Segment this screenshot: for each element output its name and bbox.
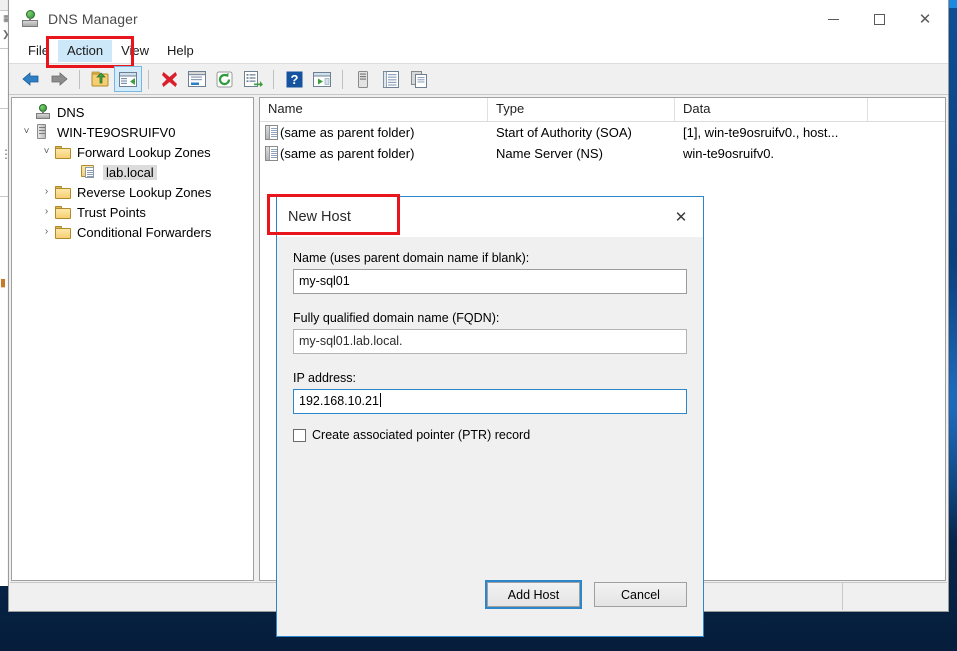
menu-item-action[interactable]: Action	[57, 39, 113, 62]
create-ptr-checkbox-row[interactable]: Create associated pointer (PTR) record	[293, 428, 687, 442]
record-data: win-te9osruifv0.	[683, 146, 775, 161]
table-row[interactable]: (same as parent folder) Start of Authori…	[260, 122, 945, 143]
tree-item-conditional-forwarders[interactable]: › Conditional Forwarders	[12, 222, 253, 242]
ip-address-input[interactable]: 192.168.10.21	[293, 389, 687, 414]
record-name: (same as parent folder)	[280, 125, 415, 140]
export-list-icon[interactable]	[239, 66, 267, 92]
ip-address-label: IP address:	[293, 371, 357, 385]
tree-item-label: Forward Lookup Zones	[77, 144, 211, 160]
menu-item-help[interactable]: Help	[158, 40, 203, 62]
chevron-right-icon[interactable]: ›	[38, 202, 55, 222]
tree-item-dns[interactable]: DNS	[12, 102, 253, 122]
tree-item-label: lab.local	[103, 164, 157, 180]
twisty-placeholder	[18, 102, 35, 122]
copy-icon[interactable]	[405, 66, 433, 92]
tree-item-label: Trust Points	[77, 204, 146, 220]
folder-icon	[55, 144, 72, 161]
properties-icon[interactable]	[183, 66, 211, 92]
text-caret	[379, 393, 381, 407]
toolbar-separator	[342, 69, 343, 89]
folder-icon	[55, 224, 72, 241]
minimize-icon	[827, 18, 839, 20]
record-type: Name Server (NS)	[496, 146, 603, 161]
create-ptr-checkbox[interactable]	[293, 428, 306, 442]
ip-address-value: 192.168.10.21	[299, 394, 379, 408]
tree-item-server[interactable]: ˅ WIN-TE9OSRUIFV0	[12, 122, 253, 142]
chevron-down-icon[interactable]: ˅	[38, 142, 55, 162]
tree-item-trust-points[interactable]: › Trust Points	[12, 202, 253, 222]
refresh-icon[interactable]	[211, 66, 239, 92]
tree-item-lab-local[interactable]: lab.local	[12, 162, 253, 182]
delete-icon[interactable]	[155, 66, 183, 92]
help-icon[interactable]: ?	[280, 66, 308, 92]
close-button[interactable]: ✕	[902, 0, 948, 38]
up-one-level-icon[interactable]	[86, 66, 114, 92]
list-header: Name Type Data	[260, 98, 945, 122]
close-icon: ✕	[674, 209, 688, 226]
window-titlebar[interactable]: DNS Manager ✕	[9, 0, 948, 38]
create-ptr-label: Create associated pointer (PTR) record	[312, 428, 531, 442]
tree-item-forward-lookup-zones[interactable]: ˅ Forward Lookup Zones	[12, 142, 253, 162]
zone-icon	[81, 164, 98, 181]
column-header-data[interactable]: Data	[675, 98, 868, 121]
record-data: [1], win-te9osruifv0., host...	[683, 125, 839, 140]
toolbar-separator	[79, 69, 80, 89]
folder-icon	[55, 184, 72, 201]
tree-item-reverse-lookup-zones[interactable]: › Reverse Lookup Zones	[12, 182, 253, 202]
dialog-button-group: Add Host Cancel	[487, 582, 687, 607]
toolbar: ?	[9, 64, 948, 95]
new-host-dialog: New Host ✕ Name (uses parent domain name…	[267, 194, 704, 637]
run-icon[interactable]	[308, 66, 336, 92]
column-header-name[interactable]: Name	[260, 98, 488, 121]
chevron-right-icon[interactable]: ›	[38, 222, 55, 242]
column-header-type[interactable]: Type	[488, 98, 675, 121]
chevron-right-icon[interactable]: ›	[38, 182, 55, 202]
new-zone-icon[interactable]	[377, 66, 405, 92]
dialog-title: New Host	[288, 209, 351, 225]
record-name: (same as parent folder)	[280, 146, 415, 161]
back-icon[interactable]	[17, 66, 45, 92]
caption-button-group: ✕	[810, 0, 948, 38]
page-title: DNS Manager	[48, 11, 138, 27]
dialog-close-button[interactable]: ✕	[659, 197, 703, 237]
tree-item-label: DNS	[57, 104, 85, 120]
server-icon	[35, 123, 52, 141]
maximize-button[interactable]	[856, 0, 902, 38]
record-type: Start of Authority (SOA)	[496, 125, 632, 140]
host-name-input[interactable]: my-sql01	[293, 269, 687, 294]
new-server-icon[interactable]	[349, 66, 377, 92]
folder-icon	[55, 204, 72, 221]
close-icon: ✕	[918, 10, 932, 28]
toolbar-separator	[148, 69, 149, 89]
dialog-titlebar[interactable]: New Host ✕	[267, 194, 703, 237]
tree-item-label: Reverse Lookup Zones	[77, 184, 212, 200]
menu-item-view[interactable]: View	[112, 40, 158, 62]
fqdn-input: my-sql01.lab.local.	[293, 329, 687, 354]
menubar: File Action View Help	[9, 36, 948, 68]
forward-icon[interactable]	[45, 66, 73, 92]
add-host-button[interactable]: Add Host	[487, 582, 580, 607]
tree-item-label: WIN-TE9OSRUIFV0	[57, 124, 176, 140]
minimize-button[interactable]	[810, 0, 856, 38]
fqdn-label: Fully qualified domain name (FQDN):	[293, 311, 500, 325]
dns-record-icon	[265, 146, 278, 161]
chevron-down-icon[interactable]: ˅	[18, 122, 35, 142]
host-name-label: Name (uses parent domain name if blank):	[293, 251, 530, 265]
svg-text:?: ?	[290, 72, 298, 87]
background-window-marker-icon: ▮	[0, 277, 7, 289]
dns-server-icon	[21, 10, 39, 28]
show-hide-console-tree-icon[interactable]	[114, 66, 142, 92]
dns-record-icon	[265, 125, 278, 140]
cancel-button[interactable]: Cancel	[594, 582, 687, 607]
menu-item-file[interactable]: File	[19, 40, 58, 62]
maximize-icon	[873, 13, 885, 25]
statusbar-right-panel	[843, 583, 947, 610]
dns-root-icon	[35, 103, 52, 121]
tree-item-label: Conditional Forwarders	[77, 224, 212, 240]
console-tree-pane[interactable]: DNS ˅ WIN-TE9OSRUIFV0 ˅ Forward Lookup Z…	[11, 97, 254, 581]
dialog-body: Name (uses parent domain name if blank):…	[277, 237, 703, 442]
toolbar-separator	[273, 69, 274, 89]
table-row[interactable]: (same as parent folder) Name Server (NS)…	[260, 143, 945, 164]
